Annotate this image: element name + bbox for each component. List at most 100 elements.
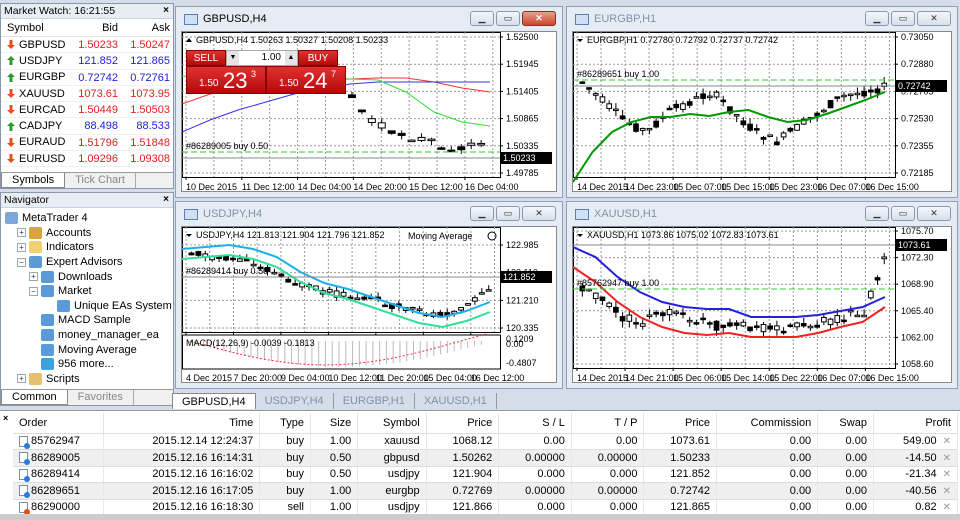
expand-icon[interactable]: + (17, 374, 26, 384)
lot-size-value[interactable]: 1.00 (239, 51, 285, 65)
close-order-icon[interactable]: ✕ (943, 502, 951, 513)
navigator-item[interactable]: 956 more... (5, 357, 173, 372)
close-order-icon[interactable]: ✕ (943, 469, 951, 480)
expert-advisor-icon (41, 329, 54, 342)
tab-symbols[interactable]: Symbols (1, 173, 66, 188)
market-watch-row[interactable]: EURGBP 0.72742 0.72761 (1, 70, 173, 86)
column-header[interactable]: Swap (817, 413, 874, 434)
column-header[interactable]: Profit (873, 413, 959, 434)
candle-body (195, 251, 202, 256)
tab-common[interactable]: Common (1, 390, 68, 405)
close-order-icon[interactable]: ✕ (943, 486, 951, 497)
column-header[interactable]: Time (103, 413, 261, 434)
navigator-item[interactable]: money_manager_ea (5, 328, 173, 343)
market-watch-row[interactable]: EURAUD 1.51796 1.51848 (1, 135, 173, 152)
column-header[interactable]: Order (13, 413, 104, 434)
close-order-icon[interactable]: ✕ (943, 436, 951, 447)
column-header[interactable]: Type (259, 413, 311, 434)
market-watch-row[interactable]: EURCAD 1.50449 1.50503 (1, 102, 173, 119)
collapse-icon[interactable]: − (17, 257, 26, 267)
navigator-item[interactable]: + Scripts (5, 372, 173, 387)
chart-tab-gbpusd[interactable]: GBPUSD,H4 (172, 393, 256, 409)
column-ask[interactable]: Ask (121, 19, 173, 36)
expand-icon[interactable]: + (17, 228, 26, 238)
maximize-button[interactable]: ▭ (891, 206, 915, 221)
chart-tab-eurgbp[interactable]: EURGBP,H1 (334, 393, 415, 409)
navigator-item[interactable]: MACD Sample (5, 313, 173, 328)
navigator-item[interactable]: MetaTrader 4 (5, 211, 173, 226)
minimize-button[interactable]: ▁ (470, 11, 494, 26)
tab-favorites[interactable]: Favorites (68, 390, 134, 405)
minimize-button[interactable]: ▁ (865, 11, 889, 26)
chart-titlebar[interactable]: EURGBP,H1 ▁ ▭ ✕ (567, 7, 957, 31)
lot-increase-button[interactable]: ▲ (285, 51, 297, 65)
column-header[interactable]: Price (426, 413, 500, 434)
close-button[interactable]: ✕ (917, 11, 951, 26)
buy-button-label[interactable]: BUY (298, 50, 338, 66)
navigator-item[interactable]: − Market (5, 284, 173, 299)
minimize-button[interactable]: ▁ (865, 206, 889, 221)
maximize-button[interactable]: ▭ (891, 11, 915, 26)
column-header[interactable]: Commission (716, 413, 819, 434)
navigator-title: Navigator × (1, 193, 173, 208)
symbol-cell: gbpusd (357, 449, 427, 467)
chart-tab-usdjpy[interactable]: USDJPY,H4 (256, 393, 334, 409)
close-order-icon[interactable]: ✕ (943, 453, 951, 464)
column-header[interactable]: Symbol (357, 413, 427, 434)
candle-body (367, 118, 376, 123)
navigator-item[interactable]: + Indicators (5, 240, 173, 255)
column-symbol[interactable]: Symbol (1, 19, 67, 36)
sell-button[interactable]: SELL (186, 50, 226, 66)
column-header[interactable]: T / P (571, 413, 645, 434)
candle-body (230, 257, 236, 261)
order-row[interactable]: 86289651 2015.12.16 16:17:05 buy 1.00 eurgbp… (13, 482, 959, 500)
navigator-item[interactable]: Moving Average (5, 342, 173, 357)
market-watch-row[interactable]: EURUSD 1.09296 1.09308 (1, 151, 173, 168)
close-button[interactable]: ✕ (522, 206, 556, 221)
maximize-button[interactable]: ▭ (496, 206, 520, 221)
expand-icon[interactable]: + (29, 272, 38, 282)
chart-area[interactable]: 1075.70 1072.30 1068.90 1065.40 1062.00 1058.… (572, 226, 952, 383)
maximize-button[interactable]: ▭ (496, 11, 520, 26)
collapse-icon[interactable]: − (29, 286, 38, 296)
order-row[interactable]: 86289414 2015.12.16 16:16:02 buy 0.50 usdjpy… (13, 466, 959, 483)
navigator-item[interactable]: + Downloads (5, 269, 173, 284)
chart-area[interactable]: 0.730500.728800.727050.725300.723550.721… (572, 31, 952, 192)
sell-price-button[interactable]: 1.50 23 3 (186, 66, 266, 94)
expand-icon[interactable]: + (17, 242, 26, 252)
chart-area[interactable]: 122.985122.110121.210120.3354 Dec 20157 … (181, 226, 557, 383)
column-header[interactable]: Price (643, 413, 718, 434)
chart-window-xauusd[interactable]: XAUUSD,H1 ▁ ▭ ✕ 1075.70 1072.30 1068.90 1065.… (566, 201, 958, 389)
chart-window-usdjpy[interactable]: USDJPY,H4 ▁▭✕ 122.985122.110121.210120.3… (175, 201, 563, 389)
close-icon[interactable]: × (163, 193, 169, 207)
xtick-label: 14 Dec 23:00 (625, 182, 679, 192)
order-row[interactable]: 86289005 2015.12.16 16:14:31 buy 0.50 gbpusd… (13, 449, 959, 467)
close-icon[interactable]: × (3, 413, 8, 423)
minimize-button[interactable]: ▁ (470, 206, 494, 221)
market-watch-row[interactable]: GBPUSD 1.50233 1.50247 (1, 37, 173, 54)
column-bid[interactable]: Bid (67, 19, 121, 36)
market-watch-row[interactable]: CADJPY 88.498 88.533 (1, 118, 173, 135)
close-button[interactable]: ✕ (522, 11, 556, 26)
lot-size-input[interactable]: ▼ 1.00 ▲ (226, 50, 298, 66)
market-watch-row[interactable]: XAUUSD 1073.61 1073.95 (1, 86, 173, 103)
chart-window-gbpusd[interactable]: GBPUSD,H4 ▁ ▭ ✕ 1.52500 1.51945 1.51405 1.508… (175, 6, 563, 198)
market-watch-row[interactable]: USDJPY 121.852 121.865 (1, 53, 173, 70)
navigator-item[interactable]: Unique EAs System 05 (5, 299, 173, 314)
close-icon[interactable]: × (163, 4, 169, 18)
tab-tick-chart[interactable]: Tick Chart (65, 173, 136, 188)
buy-price-button[interactable]: 1.50 24 7 (266, 66, 346, 94)
close-button[interactable]: ✕ (917, 206, 951, 221)
column-header[interactable]: S / L (498, 413, 572, 434)
navigator-item[interactable]: + Accounts (5, 226, 173, 241)
chart-titlebar[interactable]: USDJPY,H4 ▁ ▭ ✕ (176, 202, 562, 226)
column-header[interactable]: Size (310, 413, 359, 434)
navigator-item[interactable]: − Expert Advisors (5, 255, 173, 270)
chart-tab-xauusd[interactable]: XAUUSD,H1 (415, 393, 497, 409)
chart-window-eurgbp[interactable]: EURGBP,H1 ▁▭✕ 0.730500.728800.727050.725… (566, 6, 958, 198)
ytick-label: 1.51405 (506, 86, 539, 96)
chart-titlebar[interactable]: GBPUSD,H4 ▁ ▭ ✕ (176, 7, 562, 31)
order-row[interactable]: 85762947 2015.12.14 12:24:37 buy 1.00 xauusd… (13, 433, 959, 450)
chart-titlebar[interactable]: XAUUSD,H1 ▁ ▭ ✕ (567, 202, 957, 226)
lot-decrease-button[interactable]: ▼ (227, 51, 239, 65)
